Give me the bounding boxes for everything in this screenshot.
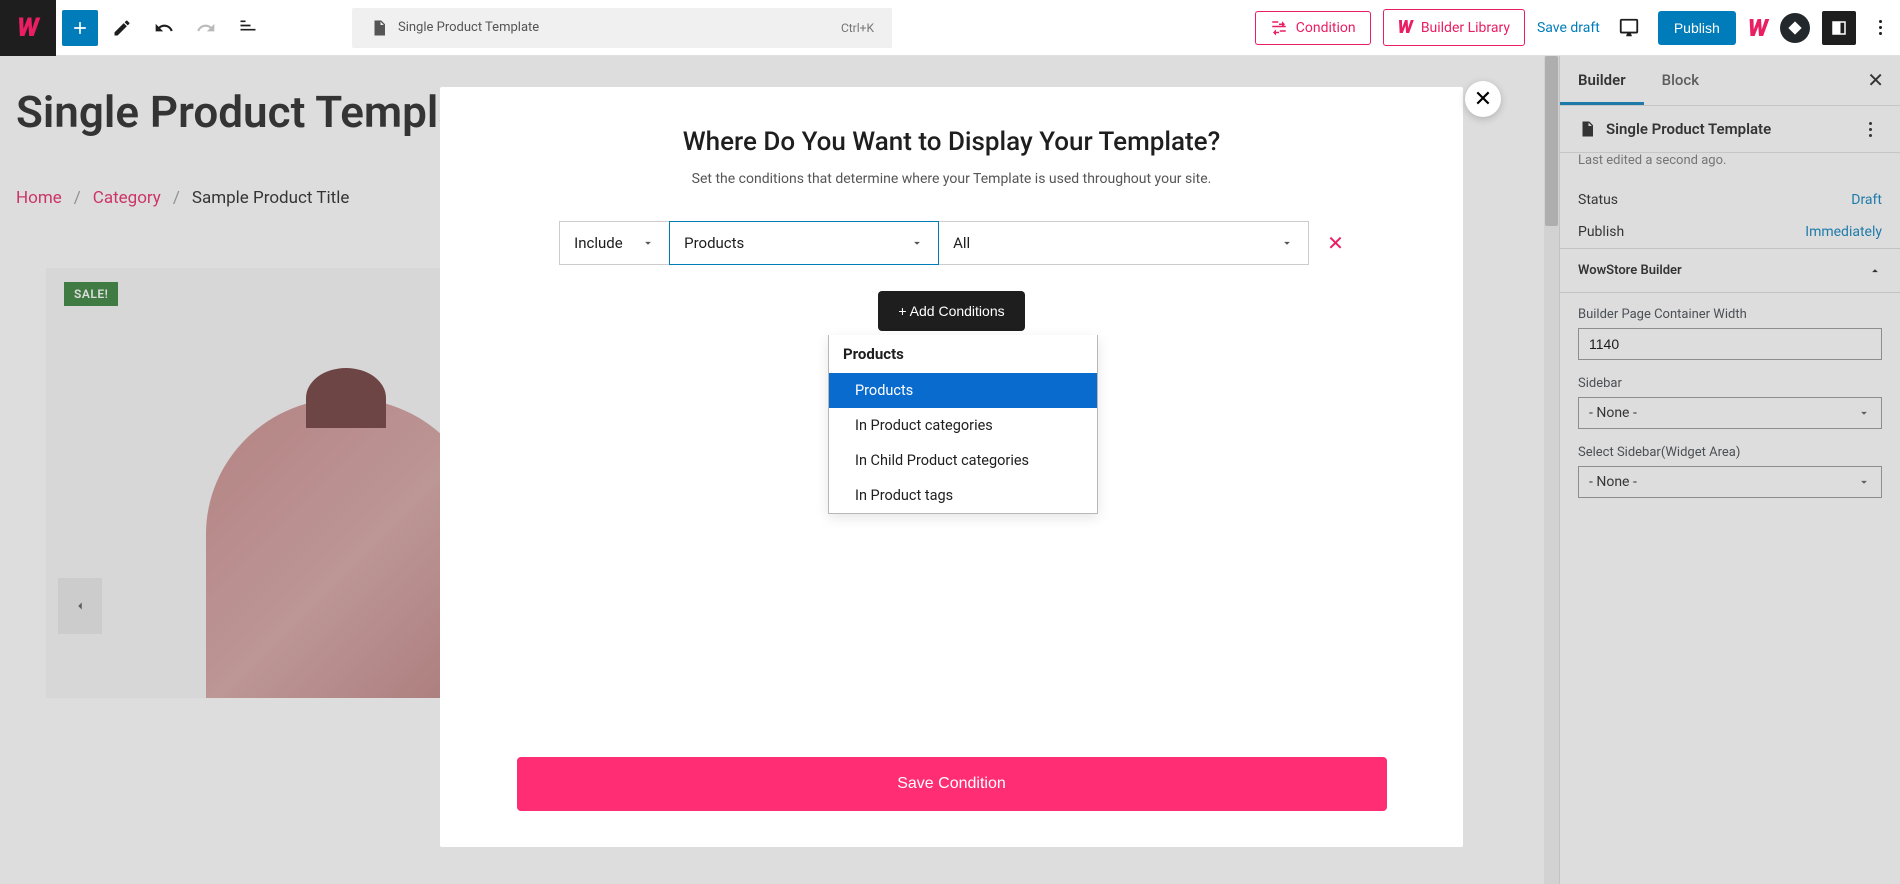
topbar-right: Condition W Builder Library Save draft P… [1255,9,1892,46]
redo-icon [196,18,216,38]
condition-target-select[interactable]: All [939,221,1309,265]
app-logo[interactable]: W [0,0,56,56]
modal: ✕ Where Do You Want to Display Your Temp… [440,87,1463,847]
dropdown-item-product-tags[interactable]: In Product tags [829,478,1097,513]
preview-button[interactable] [1612,11,1646,45]
desktop-icon [1618,17,1640,39]
publish-button[interactable]: Publish [1658,11,1736,45]
redo-button[interactable] [188,10,224,46]
dropdown-item-products[interactable]: Products [829,373,1097,408]
chevron-down-icon [641,236,655,250]
sidebar-toggle[interactable] [1822,11,1856,45]
plus-icon [70,18,90,38]
panel-icon [1830,19,1848,37]
modal-close-button[interactable]: ✕ [1465,81,1501,117]
modal-subtitle: Set the conditions that determine where … [490,171,1413,187]
chevron-down-icon [910,236,924,250]
library-icon: W [1398,17,1413,38]
list-view-button[interactable] [230,10,266,46]
chevron-down-icon [1280,236,1294,250]
condition-type-dropdown: Products Products In Product categories … [828,335,1098,514]
document-title: Single Product Template [398,20,539,35]
dropdown-item-child-categories[interactable]: In Child Product categories [829,443,1097,478]
modal-title: Where Do You Want to Display Your Templa… [490,127,1413,157]
shortcut-hint: Ctrl+K [841,21,874,35]
builder-library-button[interactable]: W Builder Library [1383,9,1525,46]
user-icon [1787,20,1803,36]
add-condition-button[interactable]: + Add Conditions [878,291,1024,331]
document-icon [370,19,388,37]
save-condition-button[interactable]: Save Condition [517,757,1387,811]
undo-button[interactable] [146,10,182,46]
topbar: W Single Product Template Ctrl+K Conditi… [0,0,1900,56]
remove-condition-button[interactable]: ✕ [1327,231,1344,255]
dropdown-item-product-categories[interactable]: In Product categories [829,408,1097,443]
include-exclude-select[interactable]: Include [559,221,669,265]
add-block-button[interactable] [62,10,98,46]
condition-icon [1270,19,1288,37]
condition-button[interactable]: Condition [1255,11,1371,45]
document-title-bar[interactable]: Single Product Template Ctrl+K [352,8,892,48]
dropdown-header: Products [829,335,1097,373]
condition-type-select[interactable]: Products [669,221,939,265]
wowstore-icon[interactable]: W [1748,14,1768,42]
save-draft-link[interactable]: Save draft [1537,20,1600,36]
undo-icon [154,18,174,38]
edit-button[interactable] [104,10,140,46]
options-menu[interactable] [1868,20,1892,35]
avatar[interactable] [1780,13,1810,43]
condition-row: Include Products All ✕ [490,221,1413,265]
pencil-icon [112,18,132,38]
outline-icon [238,18,258,38]
